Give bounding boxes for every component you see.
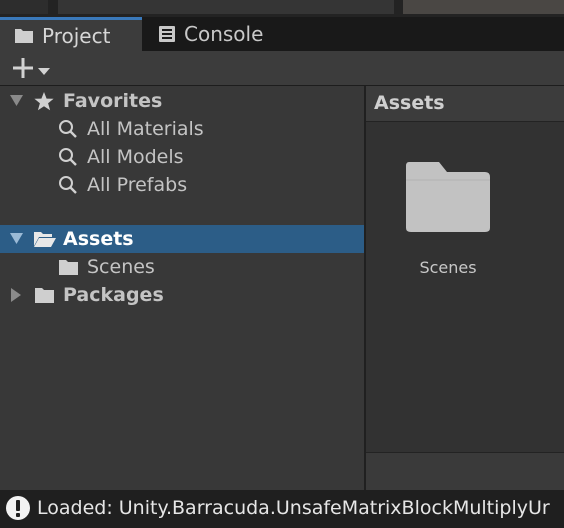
tree-item-scenes[interactable]: Scenes: [0, 253, 364, 281]
top-strip-segment: [403, 0, 564, 14]
expand-arrow-icon[interactable]: [10, 233, 23, 245]
warning-icon: [5, 495, 31, 525]
breadcrumb: Assets: [366, 86, 564, 122]
tab-console[interactable]: Console: [144, 17, 294, 51]
all-prefabs-label: All Prefabs: [87, 174, 188, 196]
expand-arrow-icon[interactable]: [10, 95, 23, 107]
tree-item-all-models[interactable]: All Models: [0, 143, 364, 171]
tree-item-all-prefabs[interactable]: All Prefabs: [0, 171, 364, 199]
tree-item-packages[interactable]: Packages: [0, 281, 364, 309]
folder-icon: [14, 27, 34, 44]
project-toolbar: [0, 51, 564, 86]
tab-bar: Project Console: [0, 17, 564, 51]
search-icon: [58, 175, 78, 195]
breadcrumb-assets[interactable]: Assets: [374, 92, 445, 114]
search-icon: [58, 119, 78, 139]
tree-item-assets[interactable]: Assets: [0, 225, 364, 253]
favorites-label: Favorites: [63, 90, 163, 112]
plus-icon: [12, 57, 34, 83]
scenes-label: Scenes: [87, 256, 155, 278]
tree-item-all-materials[interactable]: All Materials: [0, 115, 364, 143]
chevron-down-icon: [38, 61, 50, 80]
packages-label: Packages: [63, 284, 164, 306]
tab-project[interactable]: Project: [0, 17, 142, 51]
console-icon: [158, 25, 176, 43]
top-strip-segment: [0, 0, 48, 14]
top-strip-segment: [58, 0, 394, 14]
tab-project-label: Project: [42, 23, 111, 48]
top-panel-strip: [0, 0, 564, 17]
folder-icon: [34, 287, 55, 304]
asset-item-scenes[interactable]: [405, 162, 491, 238]
star-icon: [34, 91, 54, 111]
grid-footer: [366, 452, 564, 490]
tree-item-favorites[interactable]: Favorites: [0, 87, 364, 115]
all-materials-label: All Materials: [87, 118, 204, 140]
folder-icon: [58, 259, 79, 276]
status-bar[interactable]: Loaded: Unity.Barracuda.UnsafeMatrixBloc…: [0, 490, 564, 528]
collapse-arrow-icon[interactable]: [11, 288, 22, 302]
project-tree-panel: Favorites All Materials All Models All P…: [0, 86, 364, 490]
status-message: Loaded: Unity.Barracuda.UnsafeMatrixBloc…: [37, 497, 550, 519]
asset-grid-panel: Assets: [366, 86, 564, 490]
asset-item-scenes-label: Scenes: [419, 258, 477, 277]
folder-open-icon: [33, 230, 57, 248]
all-models-label: All Models: [87, 146, 184, 168]
assets-label: Assets: [63, 228, 134, 250]
folder-icon: [406, 162, 490, 232]
search-icon: [58, 147, 78, 167]
create-asset-button[interactable]: [12, 57, 50, 83]
tab-console-label: Console: [184, 22, 264, 46]
